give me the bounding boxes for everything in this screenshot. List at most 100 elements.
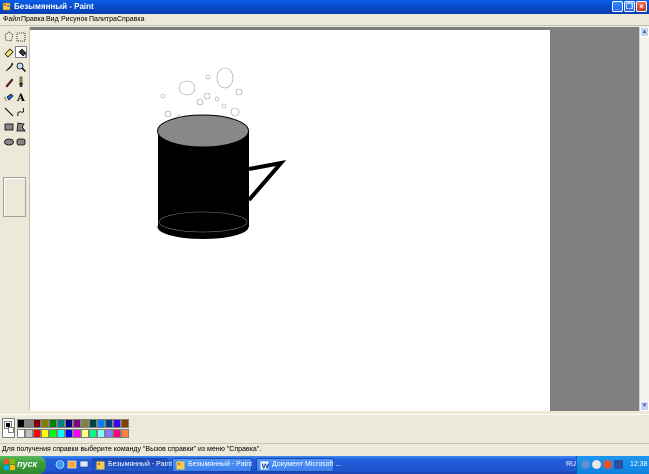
arrow-up-icon: ▲ xyxy=(641,29,648,35)
palette-swatch[interactable] xyxy=(121,419,129,428)
palette-swatch[interactable] xyxy=(41,419,49,428)
eraser-icon xyxy=(4,48,14,58)
taskbar: пуск Безымянный - Paint Безымянный - Pai… xyxy=(0,456,649,474)
color-palette xyxy=(0,414,649,442)
palette-swatch[interactable] xyxy=(17,419,25,428)
palette-swatch[interactable] xyxy=(73,419,81,428)
menu-edit[interactable]: Правка xyxy=(21,16,45,23)
tray-network-icon[interactable] xyxy=(581,460,590,469)
palette-swatch[interactable] xyxy=(57,419,65,428)
ellipse-icon xyxy=(4,138,14,146)
menu-bar: Файл Правка Вид Рисунок Палитра Справка xyxy=(0,14,649,26)
palette-swatch[interactable] xyxy=(97,429,105,438)
svg-text:W: W xyxy=(262,463,270,471)
start-label: пуск xyxy=(17,459,38,469)
quicklaunch-browser-icon[interactable] xyxy=(55,459,65,470)
brush-icon xyxy=(19,76,23,87)
ellipse-tool[interactable] xyxy=(3,136,15,148)
eraser-tool[interactable] xyxy=(3,46,15,58)
palette-swatch[interactable] xyxy=(113,429,121,438)
tray-antivirus-icon[interactable] xyxy=(603,460,612,469)
minimize-icon: _ xyxy=(615,2,620,11)
palette-swatch[interactable] xyxy=(25,429,33,438)
current-colors[interactable] xyxy=(2,418,15,438)
palette-swatch[interactable] xyxy=(89,419,97,428)
tray-app-icon[interactable] xyxy=(614,460,623,469)
palette-swatch[interactable] xyxy=(121,429,129,438)
vertical-scrollbar[interactable]: ▲ ▼ xyxy=(639,27,649,411)
palette-swatch[interactable] xyxy=(105,419,113,428)
rect-select-icon xyxy=(16,32,26,42)
menu-view[interactable]: Вид xyxy=(46,16,59,23)
palette-swatch[interactable] xyxy=(41,429,49,438)
task-paint-2[interactable]: Безымянный - Paint xyxy=(172,458,252,472)
status-text: Для получения справки выберите команду "… xyxy=(2,446,262,453)
fill-tool[interactable] xyxy=(15,46,27,58)
menu-image[interactable]: Рисунок xyxy=(61,16,87,23)
palette-swatch[interactable] xyxy=(73,429,81,438)
palette-swatch[interactable] xyxy=(49,419,57,428)
palette-swatch[interactable] xyxy=(81,419,89,428)
polygon-tool[interactable] xyxy=(15,121,27,133)
magnifier-tool[interactable] xyxy=(15,61,27,73)
word-icon: W xyxy=(260,461,269,470)
paint-app-icon xyxy=(2,2,11,11)
scroll-down-button[interactable]: ▼ xyxy=(640,401,649,411)
text-tool[interactable]: A xyxy=(15,91,27,103)
free-select-tool[interactable] xyxy=(3,31,15,43)
palette-swatch[interactable] xyxy=(33,429,41,438)
restore-icon: ❐ xyxy=(625,2,634,11)
menu-palette[interactable]: Палитра xyxy=(89,16,117,23)
task-paint-1[interactable]: Безымянный - Paint xyxy=(92,458,172,472)
brush-tool[interactable] xyxy=(15,76,27,88)
palette-swatch[interactable] xyxy=(89,429,97,438)
rectangle-icon xyxy=(4,123,14,131)
polygon-icon xyxy=(16,122,26,132)
rounded-rect-tool[interactable] xyxy=(15,136,27,148)
background-color xyxy=(8,427,14,433)
magnifier-icon xyxy=(16,62,26,72)
palette-swatch[interactable] xyxy=(17,429,25,438)
rect-select-tool[interactable] xyxy=(15,31,27,43)
language-indicator[interactable]: RU xyxy=(566,461,576,468)
start-button[interactable]: пуск xyxy=(0,456,46,474)
palette-swatch[interactable] xyxy=(113,419,121,428)
task-word-document[interactable]: W Документ Microsoft ... xyxy=(256,458,341,472)
airbrush-tool[interactable] xyxy=(3,91,15,103)
task-label: Безымянный - Paint xyxy=(108,461,173,468)
drawing-canvas[interactable] xyxy=(30,30,550,411)
menu-help[interactable]: Справка xyxy=(117,16,144,23)
status-bar: Для получения справки выберите команду "… xyxy=(0,443,649,455)
pencil-icon xyxy=(5,78,14,88)
color-picker-icon xyxy=(5,62,14,72)
palette-swatch[interactable] xyxy=(97,419,105,428)
svg-text:A: A xyxy=(16,93,25,103)
rectangle-tool[interactable] xyxy=(3,121,15,133)
palette-swatch[interactable] xyxy=(65,419,73,428)
rounded-rect-icon xyxy=(16,138,26,146)
menu-file[interactable]: Файл xyxy=(3,16,20,23)
palette-swatch[interactable] xyxy=(57,429,65,438)
curve-tool[interactable] xyxy=(15,106,27,118)
system-tray: 12:38 xyxy=(576,456,649,474)
close-button[interactable]: × xyxy=(636,1,647,12)
task-label: Безымянный - Paint xyxy=(188,461,253,468)
fill-icon xyxy=(18,48,27,58)
palette-swatch[interactable] xyxy=(81,429,89,438)
palette-swatch[interactable] xyxy=(105,429,113,438)
quicklaunch-media-icon[interactable] xyxy=(67,459,77,470)
color-picker-tool[interactable] xyxy=(3,61,15,73)
tray-help-icon[interactable] xyxy=(592,460,601,469)
maximize-button[interactable]: ❐ xyxy=(624,1,635,12)
palette-swatch[interactable] xyxy=(65,429,73,438)
palette-swatch[interactable] xyxy=(49,429,57,438)
pencil-tool[interactable] xyxy=(3,76,15,88)
toolbox: A xyxy=(0,27,30,411)
tool-options-box[interactable] xyxy=(3,177,26,217)
palette-swatch[interactable] xyxy=(25,419,33,428)
minimize-button[interactable]: _ xyxy=(612,1,623,12)
scroll-up-button[interactable]: ▲ xyxy=(640,27,649,37)
line-tool[interactable] xyxy=(3,106,15,118)
palette-swatch[interactable] xyxy=(33,419,41,428)
quicklaunch-desktop-icon[interactable] xyxy=(79,459,89,470)
